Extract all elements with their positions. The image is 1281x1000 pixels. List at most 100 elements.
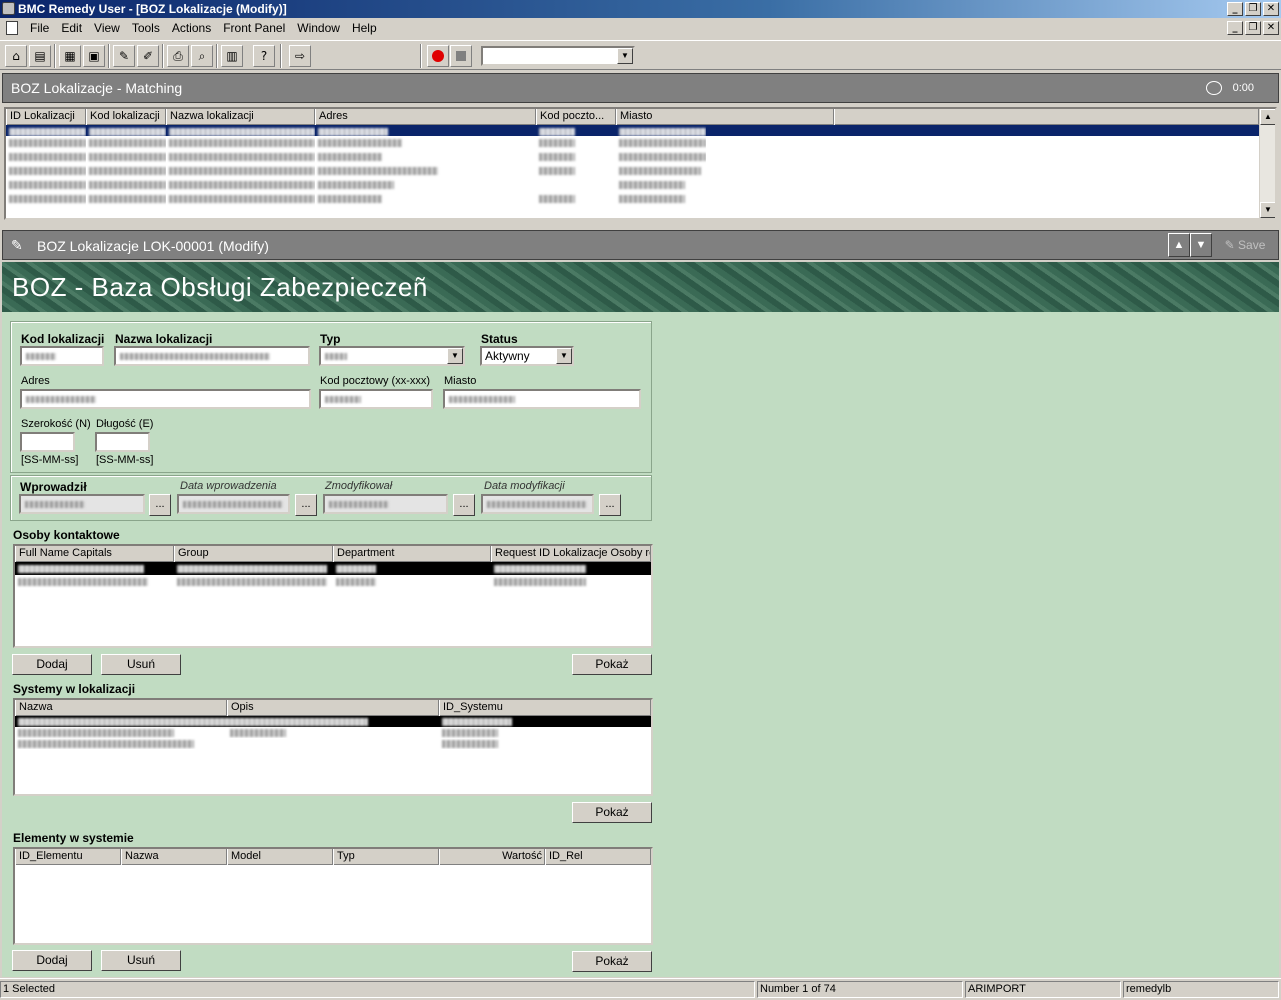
col-kod-pocztowy[interactable]: Kod poczto... bbox=[536, 109, 616, 125]
col-full-name[interactable]: Full Name Capitals bbox=[15, 546, 174, 562]
wprowadzil-lookup-button[interactable]: ... bbox=[149, 494, 171, 516]
scroll-up-icon[interactable]: ▲ bbox=[1260, 109, 1275, 125]
typ-select[interactable]: ▼ bbox=[319, 346, 465, 366]
col-id-lokalizacji[interactable]: ID Lokalizacji bbox=[6, 109, 86, 125]
kod-lokalizacji-field[interactable] bbox=[20, 346, 104, 366]
col-department[interactable]: Department bbox=[333, 546, 491, 562]
matching-list[interactable]: ID Lokalizacji Kod lokalizacji Nazwa lok… bbox=[4, 107, 1277, 220]
edit-pen-icon[interactable]: ✎ bbox=[113, 45, 135, 67]
open-window-icon[interactable]: ⇨ bbox=[289, 45, 311, 67]
document-icon[interactable] bbox=[6, 21, 18, 35]
col-wartosc[interactable]: Wartość bbox=[439, 849, 545, 865]
col-nazwa-lokalizacji[interactable]: Nazwa lokalizacji bbox=[166, 109, 315, 125]
col-kod-lokalizacji[interactable]: Kod lokalizacji bbox=[86, 109, 166, 125]
edit-pen-alt-icon[interactable]: ✐ bbox=[137, 45, 159, 67]
table-row[interactable] bbox=[15, 738, 651, 749]
table-row[interactable] bbox=[6, 164, 1275, 178]
table-row-selected[interactable] bbox=[6, 125, 1259, 136]
report-icon[interactable]: ▥ bbox=[221, 45, 243, 67]
elementy-show-button[interactable]: Pokaż bbox=[572, 951, 652, 972]
minimize-button[interactable]: _ bbox=[1227, 2, 1243, 16]
chevron-down-icon[interactable]: ▼ bbox=[617, 48, 633, 64]
print-icon[interactable]: ⎙ bbox=[167, 45, 189, 67]
table-row[interactable] bbox=[6, 136, 1275, 150]
kod-pocztowy-field[interactable] bbox=[319, 389, 433, 409]
table-row-selected[interactable] bbox=[15, 562, 651, 575]
systemy-show-button[interactable]: Pokaż bbox=[572, 802, 652, 823]
table-row[interactable] bbox=[6, 178, 1275, 192]
menu-front-panel[interactable]: Front Panel bbox=[217, 18, 291, 38]
menu-view[interactable]: View bbox=[88, 18, 126, 38]
macro-combo[interactable]: ▼ bbox=[481, 46, 635, 66]
elementy-remove-button[interactable]: Usuń bbox=[101, 950, 181, 971]
toolbar-separator bbox=[54, 44, 56, 68]
col-miasto[interactable]: Miasto bbox=[616, 109, 834, 125]
next-record-icon[interactable]: ▼ bbox=[1190, 233, 1212, 257]
record-icon[interactable] bbox=[427, 45, 449, 67]
table-row[interactable] bbox=[6, 150, 1275, 164]
col-model[interactable]: Model bbox=[227, 849, 333, 865]
col-typ[interactable]: Typ bbox=[333, 849, 439, 865]
menu-actions[interactable]: Actions bbox=[166, 18, 217, 38]
elementy-table[interactable]: ID_Elementu Nazwa Model Typ Wartość ID_R… bbox=[13, 847, 653, 945]
stopwatch-icon bbox=[1206, 81, 1222, 95]
zmodyfikowal-field[interactable] bbox=[323, 494, 448, 514]
toolbar-separator bbox=[280, 44, 282, 68]
restore-button[interactable]: ❐ bbox=[1245, 2, 1261, 16]
wprowadzil-field[interactable] bbox=[19, 494, 145, 514]
chevron-down-icon[interactable]: ▼ bbox=[447, 348, 463, 364]
szerokosc-field[interactable] bbox=[20, 432, 75, 452]
menu-edit[interactable]: Edit bbox=[55, 18, 88, 38]
osoby-remove-button[interactable]: Usuń bbox=[101, 654, 181, 675]
elementy-add-button[interactable]: Dodaj bbox=[12, 950, 92, 971]
close-button[interactable]: ✕ bbox=[1263, 2, 1279, 16]
data-modyfikacji-field[interactable] bbox=[481, 494, 594, 514]
col-id-rel[interactable]: ID_Rel bbox=[545, 849, 651, 865]
search-request-icon[interactable]: ▦ bbox=[59, 45, 81, 67]
menu-file[interactable]: File bbox=[24, 18, 55, 38]
menu-help[interactable]: Help bbox=[346, 18, 383, 38]
miasto-field[interactable] bbox=[443, 389, 641, 409]
osoby-show-button[interactable]: Pokaż bbox=[572, 654, 652, 675]
data-wprowadzenia-field[interactable] bbox=[177, 494, 290, 514]
col-adres[interactable]: Adres bbox=[315, 109, 536, 125]
table-row[interactable] bbox=[6, 192, 1275, 206]
nazwa-lokalizacji-field[interactable] bbox=[114, 346, 310, 366]
child-minimize-button[interactable]: _ bbox=[1227, 21, 1243, 35]
data-modyfikacji-picker-button[interactable]: ... bbox=[599, 494, 621, 516]
col-request-id[interactable]: Request ID Lokalizacje Osoby rel bbox=[491, 546, 651, 562]
chevron-down-icon[interactable]: ▼ bbox=[556, 348, 572, 364]
col-opis[interactable]: Opis bbox=[227, 700, 439, 716]
table-row-selected[interactable] bbox=[15, 716, 651, 727]
form-header-title: BOZ Lokalizacje LOK-00001 (Modify) bbox=[37, 238, 269, 254]
help-icon[interactable]: ? bbox=[253, 45, 275, 67]
child-restore-button[interactable]: ❐ bbox=[1245, 21, 1261, 35]
col-id-elementu[interactable]: ID_Elementu bbox=[15, 849, 121, 865]
table-row[interactable] bbox=[15, 575, 651, 588]
save-button[interactable]: ✎ Save bbox=[1214, 233, 1276, 257]
osoby-add-button[interactable]: Dodaj bbox=[12, 654, 92, 675]
systemy-table[interactable]: Nazwa Opis ID_Systemu bbox=[13, 698, 653, 796]
dlugosc-field[interactable] bbox=[95, 432, 150, 452]
col-nazwa[interactable]: Nazwa bbox=[121, 849, 227, 865]
menu-window[interactable]: Window bbox=[291, 18, 346, 38]
new-request-icon[interactable]: ▤ bbox=[29, 45, 51, 67]
zmodyfikowal-lookup-button[interactable]: ... bbox=[453, 494, 475, 516]
data-wprowadzenia-picker-button[interactable]: ... bbox=[295, 494, 317, 516]
col-group[interactable]: Group bbox=[174, 546, 333, 562]
stop-icon[interactable] bbox=[450, 45, 472, 67]
home-icon[interactable]: ⌂ bbox=[5, 45, 27, 67]
print-preview-icon[interactable]: ⌕ bbox=[191, 45, 213, 67]
scroll-down-icon[interactable]: ▼ bbox=[1260, 202, 1275, 218]
status-select[interactable]: Aktywny ▼ bbox=[480, 346, 574, 366]
col-id-systemu[interactable]: ID_Systemu bbox=[439, 700, 651, 716]
menu-tools[interactable]: Tools bbox=[126, 18, 166, 38]
child-close-button[interactable]: ✕ bbox=[1263, 21, 1279, 35]
col-nazwa[interactable]: Nazwa bbox=[15, 700, 227, 716]
osoby-table[interactable]: Full Name Capitals Group Department Requ… bbox=[13, 544, 653, 648]
table-row[interactable] bbox=[15, 727, 651, 738]
matching-scrollbar[interactable]: ▲ ▼ bbox=[1259, 109, 1275, 218]
previous-record-icon[interactable]: ▲ bbox=[1168, 233, 1190, 257]
adres-field[interactable] bbox=[20, 389, 311, 409]
modify-all-icon[interactable]: ▣ bbox=[83, 45, 105, 67]
